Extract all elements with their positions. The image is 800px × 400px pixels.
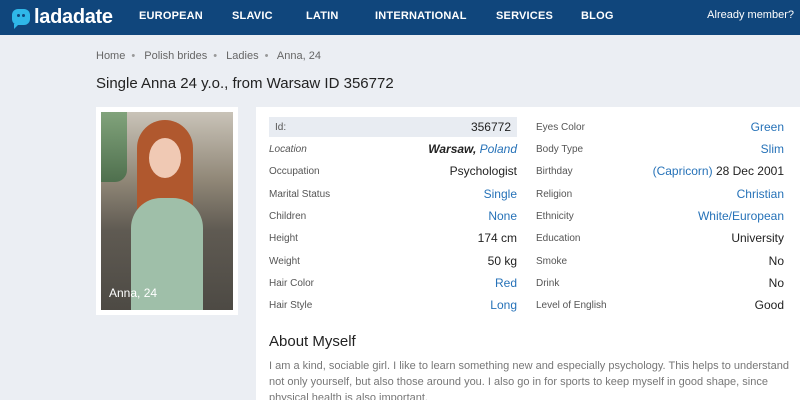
detail-row-height: Height 174 cm [269, 228, 517, 248]
detail-row-occupation: Occupation Psychologist [269, 161, 517, 181]
logo[interactable]: ladadate [12, 5, 113, 29]
about-text: I am a kind, sociable girl. I like to le… [269, 360, 789, 400]
detail-row-marital-status: Marital Status Single [269, 184, 517, 204]
detail-label: Children [269, 210, 307, 222]
detail-label: Birthday [536, 165, 573, 177]
detail-value: No [768, 276, 784, 290]
detail-value: Warsaw, Poland [428, 142, 517, 156]
profile-photo[interactable]: Anna, 24 [101, 112, 233, 310]
nav-international[interactable]: INTERNATIONAL [375, 10, 467, 22]
breadcrumb-home[interactable]: Home [96, 50, 125, 62]
detail-row-id: Id: 356772 [269, 117, 517, 137]
photo-caption: Anna, 24 [109, 286, 158, 300]
nav-european[interactable]: EUROPEAN [139, 10, 203, 22]
detail-row-hair-style: Hair Style Long [269, 295, 517, 315]
detail-value: No [768, 254, 784, 268]
detail-label: Occupation [269, 165, 320, 177]
detail-label: Eyes Color [536, 121, 585, 133]
detail-value: University [731, 231, 784, 245]
profile-photo-card[interactable]: Anna, 24 [96, 107, 238, 315]
detail-row-drink: Drink No [536, 273, 784, 293]
detail-row-location: Location Warsaw, Poland [269, 139, 517, 159]
detail-row-eyes-color: Eyes Color Green [536, 117, 784, 137]
detail-row-weight: Weight 50 kg [269, 251, 517, 271]
detail-row-ethnicity: Ethnicity White/European [536, 206, 784, 226]
detail-value[interactable]: Green [751, 120, 784, 134]
chat-bubble-icon [12, 9, 30, 29]
detail-label: Education [536, 232, 581, 244]
detail-value: Good [754, 298, 784, 312]
detail-label: Ethnicity [536, 210, 574, 222]
zodiac-link[interactable]: (Capricorn) [653, 164, 713, 178]
detail-row-english-level: Level of English Good [536, 295, 784, 315]
page-title: Single Anna 24 y.o., from Warsaw ID 3567… [96, 75, 394, 92]
detail-value: (Capricorn) 28 Dec 2001 [653, 164, 784, 178]
nav-slavic[interactable]: SLAVIC [232, 10, 273, 22]
detail-label: Drink [536, 277, 560, 289]
detail-row-hair-color: Hair Color Red [269, 273, 517, 293]
nav-blog[interactable]: BLOG [581, 10, 614, 22]
detail-label: Weight [269, 255, 300, 267]
detail-row-children: Children None [269, 206, 517, 226]
detail-value[interactable]: Christian [737, 187, 784, 201]
detail-label: Level of English [536, 299, 607, 311]
detail-row-education: Education University [536, 228, 784, 248]
brand-name: ladadate [34, 5, 113, 28]
detail-value: 356772 [470, 120, 511, 134]
detail-row-body-type: Body Type Slim [536, 139, 784, 159]
location-city: Warsaw, [428, 142, 477, 156]
breadcrumb: Home • Polish brides • Ladies • Anna, 24 [96, 50, 321, 62]
detail-value[interactable]: Long [490, 298, 517, 312]
detail-value[interactable]: Single [484, 187, 517, 201]
breadcrumb-ladies[interactable]: Ladies [226, 50, 258, 62]
breadcrumb-current: Anna, 24 [276, 50, 321, 62]
top-navbar: ladadate EUROPEAN SLAVIC LATIN INTERNATI… [0, 0, 800, 35]
detail-value[interactable]: White/European [698, 209, 784, 223]
detail-value: 50 kg [487, 254, 517, 268]
detail-row-religion: Religion Christian [536, 184, 784, 204]
location-country-link[interactable]: Poland [480, 142, 517, 156]
detail-label: Marital Status [269, 188, 331, 200]
detail-value: Psychologist [449, 164, 517, 178]
detail-row-birthday: Birthday (Capricorn) 28 Dec 2001 [536, 161, 784, 181]
detail-label: Hair Style [269, 299, 313, 311]
already-member-link[interactable]: Already member? [707, 9, 794, 21]
detail-label: Hair Color [269, 277, 315, 289]
detail-value[interactable]: None [488, 209, 517, 223]
nav-services[interactable]: SERVICES [496, 10, 553, 22]
detail-value[interactable]: Slim [761, 142, 784, 156]
detail-label: Id: [275, 121, 287, 133]
detail-label: Religion [536, 188, 573, 200]
about-heading: About Myself [269, 333, 356, 350]
detail-label: Location [269, 143, 307, 155]
detail-value[interactable]: Red [495, 276, 517, 290]
detail-value: 174 cm [477, 231, 517, 245]
birth-date: 28 Dec 2001 [715, 164, 784, 178]
breadcrumb-polish-brides[interactable]: Polish brides [144, 50, 207, 62]
detail-label: Body Type [536, 143, 584, 155]
nav-latin[interactable]: LATIN [306, 10, 339, 22]
detail-row-smoke: Smoke No [536, 251, 784, 271]
detail-label: Smoke [536, 255, 568, 267]
detail-label: Height [269, 232, 298, 244]
